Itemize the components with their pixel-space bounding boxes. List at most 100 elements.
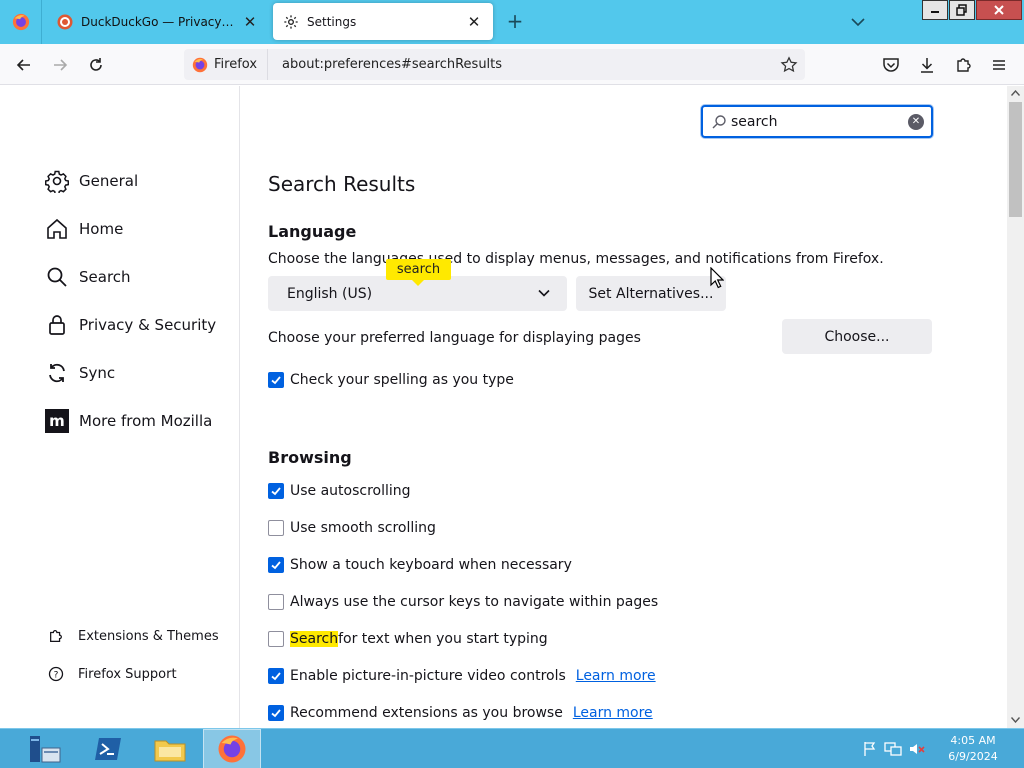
app-menu-button[interactable]	[987, 53, 1011, 77]
firefox-support-link[interactable]: ? Firefox Support	[47, 663, 177, 685]
smooth-scrolling-checkbox-row[interactable]: Use smooth scrolling	[268, 518, 436, 538]
flag-icon[interactable]	[862, 741, 878, 757]
firefox-icon	[192, 57, 208, 72]
identity-label: Firefox	[214, 57, 258, 72]
volume-muted-icon[interactable]	[908, 741, 926, 757]
scrollbar-thumb[interactable]	[1009, 102, 1022, 217]
set-alternatives-button[interactable]: Set Alternatives...	[576, 276, 726, 311]
identity-box[interactable]: Firefox	[184, 49, 269, 80]
touch-keyboard-checkbox-row[interactable]: Show a touch keyboard when necessary	[268, 555, 572, 575]
sidebar-item-more-from-mozilla[interactable]: m More from Mozilla	[45, 404, 212, 438]
search-icon	[712, 114, 726, 128]
clear-search-icon[interactable]: ✕	[908, 113, 924, 130]
checkbox-checked[interactable]	[268, 668, 284, 684]
taskbar-clock[interactable]: 4:05 AM 6/9/2024	[938, 733, 1008, 765]
help-icon: ?	[47, 665, 65, 683]
learn-more-link[interactable]: Learn more	[576, 668, 656, 684]
chevron-down-icon	[1011, 717, 1020, 723]
checkbox-checked[interactable]	[268, 705, 284, 721]
pocket-button[interactable]	[879, 53, 903, 77]
arrow-right-icon	[54, 59, 68, 71]
checkbox-unchecked[interactable]	[268, 520, 284, 536]
new-tab-button[interactable]: +	[504, 11, 526, 33]
autoscrolling-checkbox-row[interactable]: Use autoscrolling	[268, 481, 411, 501]
close-window-button[interactable]	[976, 0, 1022, 20]
search-results-pane: ✕ Search Results Language Choose the lan…	[241, 86, 1007, 728]
restore-button[interactable]	[949, 0, 975, 20]
checkbox-label: Always use the cursor keys to navigate w…	[290, 594, 659, 610]
sidebar-link-label: Extensions & Themes	[78, 628, 219, 644]
checkbox-checked[interactable]	[268, 372, 284, 388]
reload-icon	[90, 58, 102, 71]
back-button[interactable]	[12, 53, 36, 77]
checkbox-checked[interactable]	[268, 483, 284, 499]
checkbox-label: for text when you start typing	[338, 631, 548, 647]
url-text[interactable]: about:preferences#searchResults	[268, 57, 777, 72]
close-tab-icon[interactable]: ✕	[241, 13, 259, 31]
checkbox-checked[interactable]	[268, 557, 284, 573]
list-all-tabs-button[interactable]	[848, 12, 868, 32]
network-icon[interactable]	[884, 741, 902, 757]
spellcheck-checkbox-row[interactable]: Check your spelling as you type	[268, 370, 514, 390]
forward-button[interactable]	[48, 53, 72, 77]
minimize-button[interactable]	[922, 0, 948, 20]
powershell-button[interactable]	[79, 729, 137, 768]
file-explorer-button[interactable]	[141, 729, 199, 768]
url-bar[interactable]: Firefox about:preferences#searchResults	[184, 49, 805, 80]
vertical-scrollbar[interactable]	[1007, 86, 1024, 728]
find-in-settings-box[interactable]: ✕	[701, 105, 933, 138]
checkbox-label: Use smooth scrolling	[290, 520, 436, 536]
extensions-themes-link[interactable]: Extensions & Themes	[47, 625, 219, 647]
scroll-up-arrow[interactable]	[1007, 86, 1024, 100]
mouse-cursor-icon	[710, 267, 724, 289]
system-tray	[862, 739, 926, 759]
duckduckgo-icon	[57, 14, 73, 29]
page-title: Search Results	[268, 172, 416, 196]
close-tab-icon[interactable]: ✕	[465, 13, 483, 31]
firefox-taskbar-button[interactable]	[203, 729, 261, 768]
arrow-left-icon	[16, 59, 30, 71]
sidebar-item-label: Home	[79, 220, 124, 238]
sync-icon	[45, 361, 69, 385]
close-icon	[994, 5, 1004, 15]
windows-taskbar: 4:05 AM 6/9/2024	[0, 728, 1024, 768]
plus-icon: +	[506, 9, 524, 33]
search-when-typing-checkbox-row[interactable]: Search for text when you start typing	[268, 629, 548, 649]
picture-in-picture-checkbox-row[interactable]: Enable picture-in-picture video controls…	[268, 666, 656, 686]
download-icon	[921, 58, 933, 73]
checkbox-label: Enable picture-in-picture video controls	[290, 668, 566, 684]
search-icon	[45, 265, 69, 289]
server-manager-button[interactable]	[16, 729, 74, 768]
checkbox-unchecked[interactable]	[268, 594, 284, 610]
checkbox-label: Use autoscrolling	[290, 483, 411, 499]
sidebar-item-privacy-security[interactable]: Privacy & Security	[45, 308, 216, 342]
sidebar-item-general[interactable]: General	[45, 164, 138, 198]
checkbox-unchecked[interactable]	[268, 631, 284, 647]
sidebar-item-sync[interactable]: Sync	[45, 356, 115, 390]
downloads-button[interactable]	[915, 53, 939, 77]
sidebar-item-home[interactable]: Home	[45, 212, 123, 246]
checkbox-label: Recommend extensions as you browse	[290, 705, 563, 721]
tab-duckduckgo[interactable]: DuckDuckGo — Privacy, simplified. ✕	[47, 3, 269, 40]
hamburger-menu-icon	[993, 60, 1005, 70]
server-manager-icon	[30, 736, 61, 763]
tab-settings[interactable]: Settings ✕	[273, 3, 493, 40]
tab-strip: DuckDuckGo — Privacy, simplified. ✕ Sett…	[0, 0, 1024, 44]
recommend-extensions-checkbox-row[interactable]: Recommend extensions as you browse Learn…	[268, 703, 653, 723]
tab-title: DuckDuckGo — Privacy, simplified.	[81, 14, 235, 29]
restore-icon	[956, 4, 967, 16]
sidebar-item-search[interactable]: Search	[45, 260, 131, 294]
choose-languages-button[interactable]: Choose...	[782, 319, 932, 354]
puzzle-icon	[47, 627, 65, 645]
categories-sidebar: General Home Search Privacy & Security S…	[0, 86, 240, 728]
bookmark-button[interactable]	[777, 53, 801, 77]
puzzle-icon	[957, 58, 971, 72]
sidebar-item-label: Privacy & Security	[79, 316, 217, 334]
scroll-down-arrow[interactable]	[1007, 713, 1024, 727]
extensions-button[interactable]	[952, 53, 976, 77]
cursor-keys-checkbox-row[interactable]: Always use the cursor keys to navigate w…	[268, 592, 658, 612]
reload-button[interactable]	[84, 53, 108, 77]
firefox-view-button[interactable]	[0, 0, 42, 44]
learn-more-link[interactable]: Learn more	[573, 705, 653, 721]
find-in-settings-input[interactable]	[731, 113, 901, 130]
